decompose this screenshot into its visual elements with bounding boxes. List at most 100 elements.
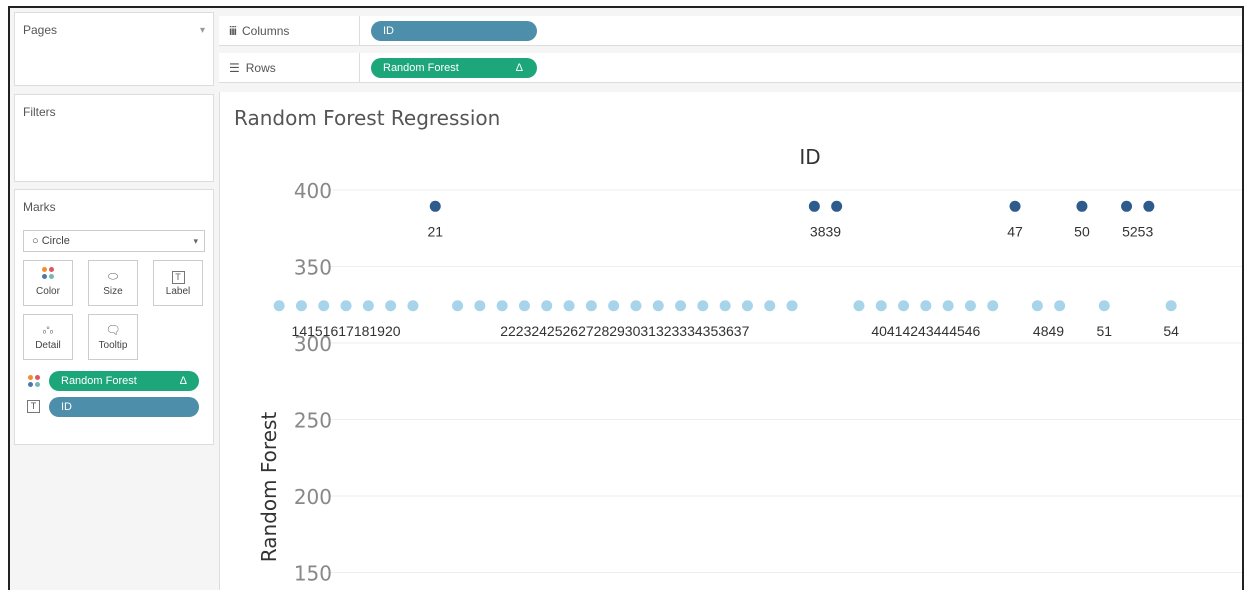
y-tick-label: 150: [294, 562, 332, 586]
mark-type-select[interactable]: ○ Circle ▾: [23, 230, 205, 252]
pages-title: Pages: [23, 23, 58, 37]
data-label: 22232425262728293031323334353637: [500, 323, 749, 339]
data-point[interactable]: [518, 300, 530, 312]
color-dots-icon: [27, 374, 41, 393]
data-point[interactable]: [652, 300, 664, 312]
size-button[interactable]: ⬭ Size: [88, 260, 138, 306]
tooltip-icon: 🗨: [105, 323, 121, 337]
data-point[interactable]: [719, 300, 731, 312]
mark-type-value: Circle: [41, 235, 70, 247]
data-point[interactable]: [630, 300, 642, 312]
detail-icon: ₒ°ₒ: [42, 325, 54, 335]
data-point[interactable]: [1076, 200, 1088, 212]
data-point[interactable]: [1031, 300, 1043, 312]
data-point[interactable]: [318, 300, 330, 312]
columns-id-pill[interactable]: ID: [371, 21, 537, 41]
label-icon: T: [154, 266, 202, 286]
data-point[interactable]: [964, 300, 976, 312]
data-point[interactable]: [898, 300, 910, 312]
viz-view: Random Forest Regression ID Random Forest…: [219, 92, 1244, 590]
data-point[interactable]: [585, 300, 597, 312]
columns-shelf-label: iii Columns: [229, 24, 290, 38]
scatter-chart[interactable]: IDRandom Forest40035030025020015021 3839 4…: [220, 92, 1244, 590]
data-point[interactable]: [1009, 200, 1021, 212]
data-label: 4849: [1033, 323, 1064, 339]
delta-icon: Δ: [179, 375, 187, 387]
rows-random-forest-pill[interactable]: Random Forest Δ: [371, 58, 537, 78]
data-point[interactable]: [496, 300, 508, 312]
data-point[interactable]: [1098, 300, 1110, 312]
data-point[interactable]: [385, 300, 397, 312]
text-label-icon: T: [27, 400, 40, 413]
id-label-pill[interactable]: ID: [49, 397, 199, 417]
tooltip-label: Tooltip: [98, 340, 128, 351]
circle-icon: ○: [32, 235, 39, 247]
data-label: 54: [1163, 323, 1179, 339]
data-point[interactable]: [853, 300, 865, 312]
tooltip-button[interactable]: 🗨 Tooltip: [88, 314, 138, 360]
data-point[interactable]: [608, 300, 620, 312]
data-point[interactable]: [697, 300, 709, 312]
data-point[interactable]: [1054, 300, 1066, 312]
data-label: 51: [1096, 323, 1112, 339]
filters-title: Filters: [23, 105, 56, 119]
data-point[interactable]: [295, 300, 307, 312]
label-label: Label: [165, 286, 191, 297]
size-label: Size: [103, 286, 123, 297]
color-button[interactable]: Color: [23, 260, 73, 306]
data-point[interactable]: [1165, 300, 1177, 312]
size-icon: ⬭: [107, 269, 119, 283]
data-label: 47: [1007, 223, 1023, 239]
rows-shelf: ☰ Rows Random Forest Δ: [219, 53, 1242, 83]
data-point[interactable]: [808, 200, 820, 212]
data-point[interactable]: [741, 300, 753, 312]
data-point[interactable]: [942, 300, 954, 312]
data-point[interactable]: [474, 300, 486, 312]
columns-shelf: iii Columns ID: [219, 16, 1242, 46]
data-point[interactable]: [786, 300, 798, 312]
data-point[interactable]: [675, 300, 687, 312]
data-point[interactable]: [875, 300, 887, 312]
data-point[interactable]: [1143, 200, 1155, 212]
marks-card: Marks ○ Circle ▾ Color ⬭ Size T Label ₒ°…: [14, 189, 214, 445]
data-point[interactable]: [429, 200, 441, 212]
data-label: 40414243444546: [871, 323, 980, 339]
shelf-divider: [359, 16, 360, 46]
y-tick-label: 350: [294, 256, 332, 280]
y-tick-label: 400: [294, 179, 332, 203]
y-tick-label: 250: [294, 409, 332, 433]
data-point[interactable]: [541, 300, 553, 312]
chevron-down-icon[interactable]: ▾: [200, 25, 205, 36]
rows-shelf-label: ☰ Rows: [229, 61, 276, 75]
data-label: 5253: [1122, 223, 1153, 239]
data-point[interactable]: [1121, 200, 1133, 212]
detail-button[interactable]: ₒ°ₒ Detail: [23, 314, 73, 360]
random-forest-color-pill[interactable]: Random Forest Δ: [49, 371, 199, 391]
data-point[interactable]: [273, 300, 285, 312]
data-point[interactable]: [831, 200, 843, 212]
color-icon: [24, 266, 72, 286]
rows-icon: ☰: [229, 61, 240, 75]
marks-title: Marks: [23, 200, 56, 214]
data-point[interactable]: [362, 300, 374, 312]
data-point[interactable]: [452, 300, 464, 312]
pill-label: ID: [61, 401, 72, 413]
data-point[interactable]: [407, 300, 419, 312]
pages-card[interactable]: Pages ▾: [14, 12, 214, 86]
columns-icon: iii: [229, 24, 237, 38]
data-point[interactable]: [340, 300, 352, 312]
shelf-divider: [359, 53, 360, 83]
y-axis-label: Random Forest: [257, 412, 281, 563]
data-point[interactable]: [563, 300, 575, 312]
data-point[interactable]: [920, 300, 932, 312]
filters-card[interactable]: Filters: [14, 94, 214, 182]
data-point[interactable]: [987, 300, 999, 312]
delta-icon: Δ: [515, 62, 523, 74]
label-button[interactable]: T Label: [153, 260, 203, 306]
pill-label: Random Forest: [383, 62, 459, 74]
data-point[interactable]: [764, 300, 776, 312]
y-tick-label: 200: [294, 485, 332, 509]
pill-label: ID: [383, 25, 394, 37]
tableau-window: Pages ▾ Filters Marks ○ Circle ▾ Color ⬭…: [8, 6, 1244, 590]
data-label: 14151617181920: [292, 323, 401, 339]
